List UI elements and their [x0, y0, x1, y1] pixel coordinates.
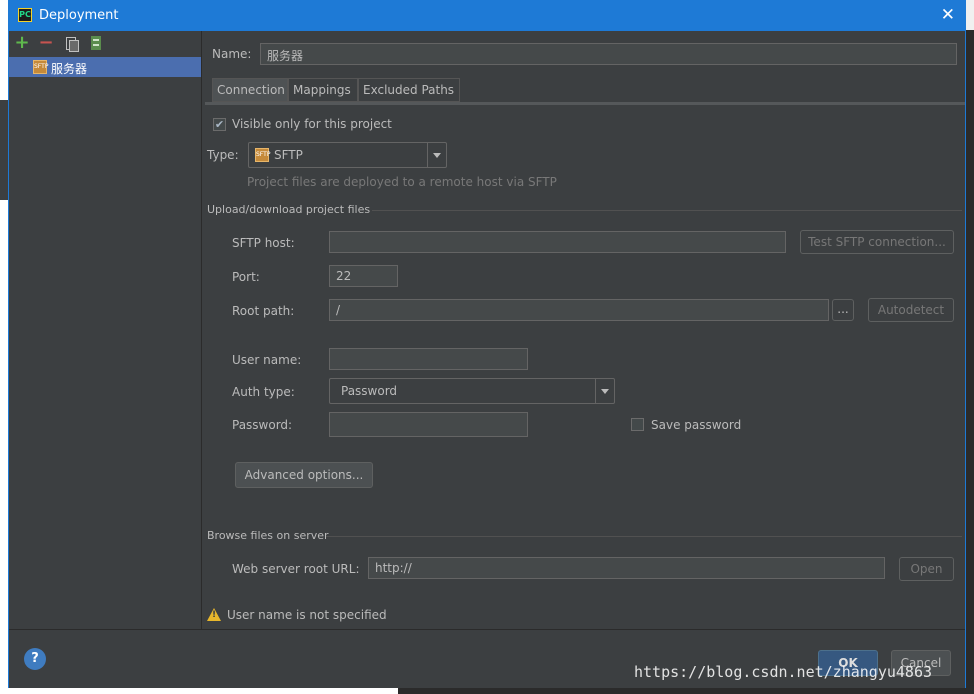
type-select[interactable]: SFTP SFTP	[248, 142, 447, 168]
add-server-icon[interactable]: +	[13, 34, 31, 52]
password-input[interactable]	[329, 412, 528, 437]
open-button[interactable]: Open	[899, 557, 954, 581]
browse-section-divider	[326, 536, 962, 537]
user-name-label: User name:	[232, 353, 302, 367]
name-input[interactable]: 服务器	[260, 43, 957, 65]
upload-section-title: Upload/download project files	[207, 203, 371, 216]
sftp-icon: SFTP	[33, 60, 48, 74]
web-root-input[interactable]: http://	[368, 557, 885, 579]
tab-mappings[interactable]: Mappings	[288, 78, 358, 102]
auth-type-label: Auth type:	[232, 385, 295, 399]
server-list-panel: + − SFTP 服务器	[9, 31, 202, 629]
use-as-default-icon[interactable]	[87, 34, 105, 52]
port-label: Port:	[232, 270, 260, 284]
type-select-value: SFTP	[274, 148, 303, 162]
save-password-label: Save password	[651, 418, 742, 432]
window-title: Deployment	[39, 8, 119, 23]
server-list-item[interactable]: SFTP 服务器	[9, 57, 201, 77]
type-hint: Project files are deployed to a remote h…	[247, 175, 557, 189]
help-icon[interactable]: ?	[24, 648, 46, 670]
upload-section-divider	[372, 210, 962, 211]
sftp-host-input[interactable]	[329, 231, 786, 253]
background-editor-right	[966, 30, 974, 694]
title-bar: PC Deployment ✕	[9, 1, 965, 31]
advanced-options-button[interactable]: Advanced options...	[235, 462, 373, 488]
tab-underline	[205, 102, 965, 105]
save-password-checkbox[interactable]	[631, 418, 644, 431]
server-settings-panel: Name: 服务器 Connection Mappings Excluded P…	[202, 31, 965, 629]
root-path-label: Root path:	[232, 304, 295, 318]
close-icon[interactable]: ✕	[941, 5, 955, 25]
web-root-label: Web server root URL:	[232, 562, 360, 576]
sftp-type-icon: SFTP	[255, 148, 270, 162]
watermark-text: https://blog.csdn.net/zhangyu4863	[634, 663, 933, 681]
deployment-dialog: PC Deployment ✕ + − SFTP 服务器 Name: 服务器 C…	[8, 0, 966, 688]
server-list-item-label: 服务器	[51, 62, 88, 76]
password-label: Password:	[232, 418, 293, 432]
auth-type-select-value: Password	[341, 384, 398, 398]
type-label: Type:	[207, 148, 239, 162]
port-input[interactable]: 22	[329, 265, 398, 287]
visible-only-checkbox[interactable]: ✔	[213, 118, 226, 131]
remove-server-icon[interactable]: −	[37, 34, 55, 52]
root-path-input[interactable]: /	[329, 299, 829, 321]
chevron-down-icon	[427, 143, 446, 167]
user-name-input[interactable]	[329, 348, 528, 370]
background-window-left-dark	[0, 100, 8, 200]
autodetect-button[interactable]: Autodetect	[868, 298, 954, 322]
warning-icon-mark: !	[212, 610, 217, 620]
auth-type-select[interactable]: Password	[329, 378, 615, 404]
visible-only-label: Visible only for this project	[232, 117, 392, 131]
test-connection-button[interactable]: Test SFTP connection...	[800, 230, 954, 254]
pycharm-icon: PC	[18, 8, 32, 22]
tab-excluded-paths[interactable]: Excluded Paths	[358, 78, 460, 102]
background-editor-bottom	[398, 688, 974, 694]
name-label: Name:	[212, 47, 252, 61]
tab-connection[interactable]: Connection	[212, 78, 288, 102]
sftp-host-label: SFTP host:	[232, 236, 295, 250]
browse-root-path-button[interactable]: ...	[832, 299, 854, 321]
browse-section-title: Browse files on server	[207, 529, 329, 542]
warning-message: User name is not specified	[227, 608, 387, 622]
chevron-down-icon	[595, 379, 614, 403]
copy-server-icon[interactable]	[62, 34, 80, 52]
